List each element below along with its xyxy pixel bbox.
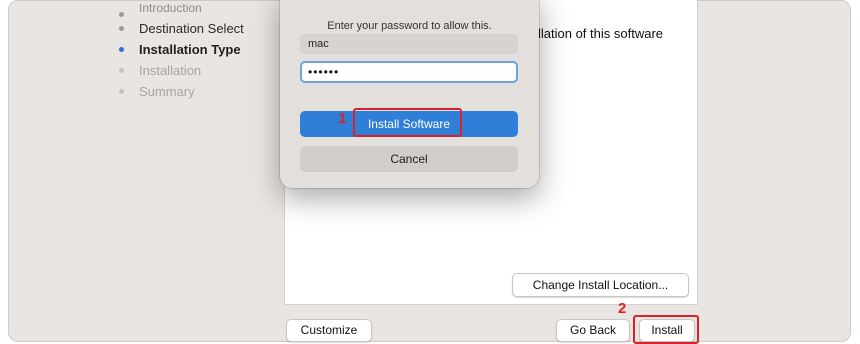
password-field[interactable]: •••••• <box>300 61 518 83</box>
annotation-number-2: 2 <box>618 300 627 317</box>
step-introduction: Introduction <box>113 4 273 18</box>
annotation-box-install-software <box>353 108 462 137</box>
installer-steps-sidebar: Introduction Destination Select Installa… <box>113 4 273 102</box>
step-installation: Installation <box>113 60 273 81</box>
step-label: Introduction <box>139 4 202 15</box>
password-dialog: Enter your password to allow this. mac •… <box>280 0 539 188</box>
step-installation-type: Installation Type <box>113 39 273 60</box>
change-install-location-button[interactable]: Change Install Location... <box>512 273 689 297</box>
go-back-button[interactable]: Go Back <box>556 319 630 342</box>
step-dot-icon <box>119 47 124 52</box>
annotation-number-1: 1 <box>338 110 347 127</box>
step-dot-icon <box>119 89 124 94</box>
step-destination-select: Destination Select <box>113 18 273 39</box>
content-text: llation of this software <box>538 26 664 41</box>
annotation-box-install <box>633 315 699 344</box>
step-dot-icon <box>119 26 124 31</box>
step-dot-icon <box>119 68 124 73</box>
step-label: Installation Type <box>139 42 241 57</box>
step-label: Destination Select <box>139 21 244 36</box>
customize-button[interactable]: Customize <box>286 319 372 342</box>
step-label: Installation <box>139 63 202 78</box>
cancel-button[interactable]: Cancel <box>300 146 518 172</box>
step-summary: Summary <box>113 81 273 102</box>
step-dot-icon <box>119 12 124 17</box>
step-label: Summary <box>139 84 195 99</box>
username-field[interactable]: mac <box>300 34 518 54</box>
dialog-message: Enter your password to allow this. <box>327 20 492 32</box>
